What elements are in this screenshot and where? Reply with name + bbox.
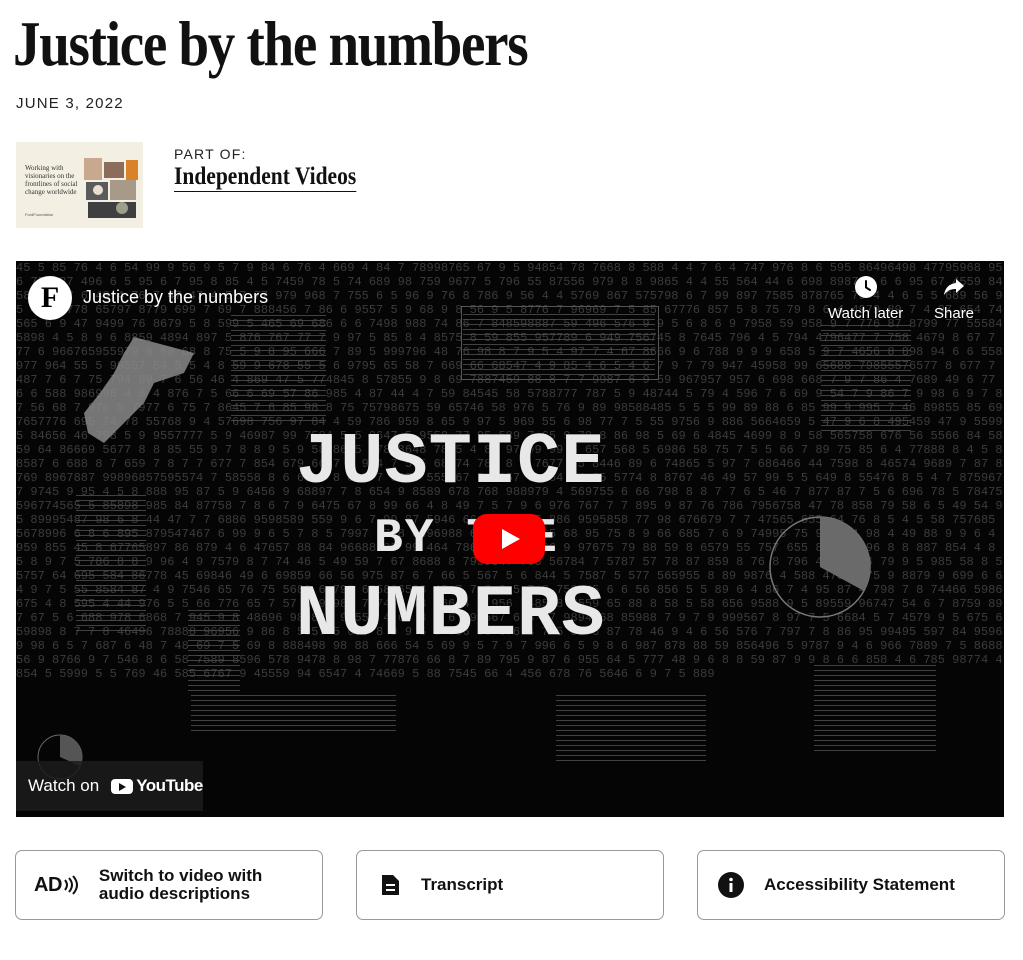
collage-image	[84, 158, 138, 218]
video-player[interactable]: 45 5 85 76 4 6 54 99 9 56 9 5 7 9 84 6 7…	[16, 261, 1004, 817]
youtube-wordmark: YouTube	[136, 776, 203, 795]
accessibility-statement-button[interactable]: Accessibility Statement	[697, 850, 1005, 920]
thumbnail-footer: FordFoundation	[25, 212, 54, 217]
data-table-graphic	[76, 493, 146, 631]
publish-date: JUNE 3, 2022	[16, 95, 124, 112]
share-label: Share	[934, 305, 975, 322]
data-table-graphic	[188, 609, 240, 691]
document-icon	[379, 873, 401, 897]
transcript-button[interactable]: Transcript	[356, 850, 664, 920]
data-table-graphic	[821, 321, 911, 431]
article-title: Justice by the numbers	[13, 8, 529, 79]
transcript-label: Transcript	[421, 875, 504, 894]
data-table-graphic	[814, 661, 936, 751]
watch-on-label: Watch on	[28, 776, 100, 795]
audio-description-icon: AD	[34, 874, 79, 897]
watch-later-button[interactable]: Watch later	[828, 275, 903, 322]
thumbnail-title-line3: NUMBERS	[296, 574, 606, 656]
share-button[interactable]: Share	[934, 275, 974, 322]
data-table-graphic	[191, 691, 396, 731]
series-thumbnail[interactable]: Working with visionaries on the frontlin…	[16, 142, 143, 228]
video-title[interactable]: Justice by the numbers	[83, 287, 268, 308]
audio-description-label: Switch to video with audio descriptions	[98, 866, 263, 903]
data-table-graphic	[231, 311, 326, 421]
map-graphic	[84, 337, 194, 443]
series-link[interactable]: Independent Videos	[174, 163, 357, 192]
data-table-graphic	[463, 313, 655, 375]
watch-on-youtube-button[interactable]: Watch on YouTube	[16, 761, 203, 811]
channel-logo[interactable]: F	[28, 276, 72, 320]
accessibility-label: Accessibility Statement	[764, 875, 955, 894]
thumbnail-caption: Working with visionaries on the frontlin…	[25, 164, 78, 196]
audio-description-icon-text: AD	[34, 873, 62, 896]
watch-later-label: Watch later	[828, 305, 904, 322]
clock-icon	[854, 276, 877, 298]
play-button[interactable]	[473, 514, 545, 564]
info-icon	[718, 872, 744, 898]
audio-waves-icon	[64, 875, 78, 895]
youtube-logo-icon	[111, 778, 134, 794]
share-arrow-icon	[944, 279, 965, 295]
part-of-label: PART OF:	[174, 146, 247, 162]
thumbnail-title-line1: JUSTICE	[296, 422, 606, 504]
data-table-graphic	[556, 691, 706, 761]
pie-chart-graphic	[769, 516, 871, 618]
audio-description-button[interactable]: AD Switch to video with audio descriptio…	[15, 850, 323, 920]
